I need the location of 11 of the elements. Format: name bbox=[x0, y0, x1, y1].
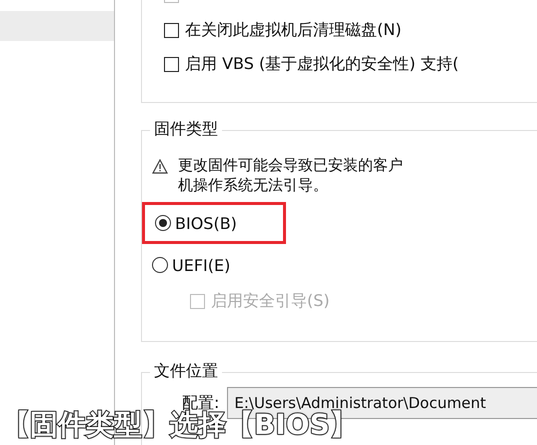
checkbox-label: 在关闭此虚拟机后清理磁盘(N) bbox=[185, 20, 402, 40]
checkbox-label: 启用安全引导(S) bbox=[211, 290, 330, 312]
radio-button[interactable] bbox=[152, 257, 168, 273]
radio-label: BIOS(B) bbox=[175, 214, 237, 232]
checkbox-label: 启用 VBS (基于虚拟化的安全性) 支持( bbox=[185, 54, 459, 74]
radio-button[interactable] bbox=[155, 215, 171, 231]
warning-icon bbox=[152, 159, 168, 174]
radio-label: UEFI(E) bbox=[172, 256, 230, 274]
checkbox[interactable] bbox=[164, 56, 179, 72]
checkbox[interactable] bbox=[164, 22, 179, 38]
warning-text: 更改固件可能会导致已安装的客户机操作系统无法引导。 bbox=[178, 155, 404, 195]
